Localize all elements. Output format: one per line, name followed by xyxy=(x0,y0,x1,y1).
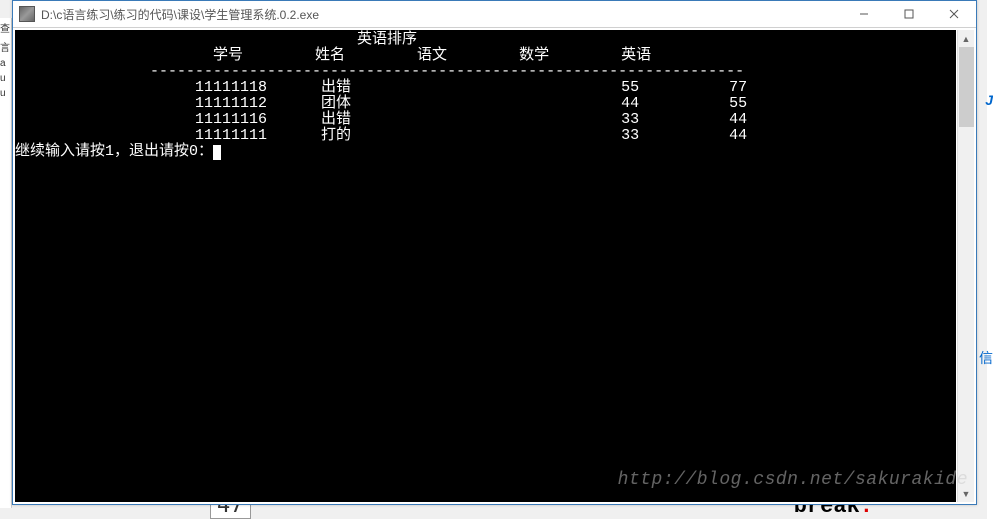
console-output[interactable]: 英语排序 学号 姓名 语文 数学 英语 --------------------… xyxy=(15,30,956,502)
cursor xyxy=(213,145,221,160)
maximize-button[interactable] xyxy=(886,1,931,27)
bg-text: u xyxy=(0,86,11,101)
bg-text: 信 xyxy=(979,348,993,368)
app-icon xyxy=(19,6,35,22)
bg-text: 言 xyxy=(0,37,11,56)
scroll-down-button[interactable]: ▼ xyxy=(958,485,974,502)
maximize-icon xyxy=(904,9,914,19)
close-button[interactable] xyxy=(931,1,976,27)
bg-text: u xyxy=(0,71,11,86)
bg-text: a xyxy=(0,56,11,71)
scroll-up-button[interactable]: ▲ xyxy=(958,30,974,47)
console-area: 英语排序 学号 姓名 语文 数学 英语 --------------------… xyxy=(13,28,976,504)
console-window: D:\c语言练习\练习的代码\课设\学生管理系统.0.2.exe 英语排序 学号… xyxy=(12,0,977,505)
window-title: D:\c语言练习\练习的代码\课设\学生管理系统.0.2.exe xyxy=(41,6,841,23)
background-left-edge: 查 言 a u u xyxy=(0,18,12,508)
background-right-edge: J 信 xyxy=(987,0,993,519)
minimize-icon xyxy=(859,9,869,19)
minimize-button[interactable] xyxy=(841,1,886,27)
window-controls xyxy=(841,1,976,27)
bg-text: 查 xyxy=(0,18,11,37)
vertical-scrollbar[interactable]: ▲ ▼ xyxy=(957,30,974,502)
bg-text: J xyxy=(985,92,993,108)
close-icon xyxy=(949,9,959,19)
titlebar[interactable]: D:\c语言练习\练习的代码\课设\学生管理系统.0.2.exe xyxy=(13,1,976,28)
scroll-thumb[interactable] xyxy=(959,47,974,127)
